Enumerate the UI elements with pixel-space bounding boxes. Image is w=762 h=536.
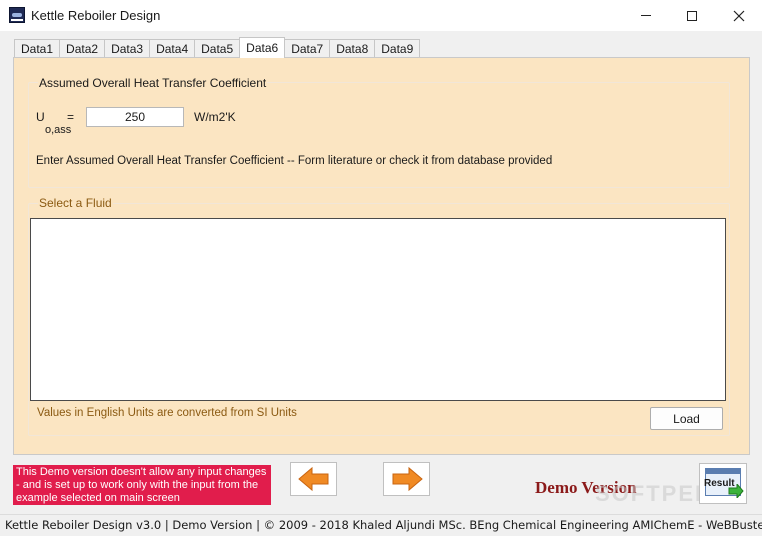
tab-data1[interactable]: Data1 (14, 39, 61, 58)
tab-data6[interactable]: Data6 (239, 37, 286, 58)
result-button[interactable]: Result (699, 463, 747, 504)
u-symbol-label: U (36, 110, 45, 124)
heat-transfer-group: Assumed Overall Heat Transfer Coefficien… (28, 76, 730, 188)
u-unit-label: W/m2'K (194, 110, 236, 124)
maximize-button[interactable] (669, 0, 715, 31)
u-subscript-label: o,ass (45, 124, 72, 136)
left-arrow-icon (297, 466, 328, 492)
units-note: Values in English Units are converted fr… (37, 407, 297, 419)
u-value-field[interactable]: 250 (86, 107, 184, 127)
previous-button[interactable] (290, 462, 337, 496)
tab-page-data6: Assumed Overall Heat Transfer Coefficien… (13, 57, 750, 455)
maximize-icon (687, 10, 697, 21)
tab-data4[interactable]: Data4 (149, 39, 196, 58)
heat-transfer-hint: Enter Assumed Overall Heat Transfer Coef… (36, 155, 553, 167)
tab-strip: Data1 Data2 Data3 Data4 Data5 Data6 Data… (14, 37, 421, 58)
close-icon (733, 10, 745, 21)
load-button[interactable]: Load (650, 407, 723, 430)
minimize-icon (641, 15, 651, 16)
tab-data8[interactable]: Data8 (329, 39, 376, 58)
tab-data9[interactable]: Data9 (374, 39, 421, 58)
heat-transfer-group-title: Assumed Overall Heat Transfer Coefficien… (38, 76, 268, 90)
close-button[interactable] (716, 0, 762, 31)
green-arrow-icon (728, 484, 744, 498)
window-title: Kettle Reboiler Design (31, 8, 161, 23)
minimize-button[interactable] (623, 0, 669, 31)
tab-data5[interactable]: Data5 (194, 39, 241, 58)
tab-data2[interactable]: Data2 (59, 39, 106, 58)
next-button[interactable] (383, 462, 430, 496)
status-bar: Kettle Reboiler Design v3.0 | Demo Versi… (0, 514, 762, 536)
fluid-list[interactable] (30, 218, 726, 401)
app-icon (9, 7, 25, 23)
right-arrow-icon (392, 466, 423, 492)
tab-data3[interactable]: Data3 (104, 39, 151, 58)
fluid-group-title: Select a Fluid (38, 196, 113, 210)
equals-label: = (67, 110, 75, 124)
demo-notice: This Demo version doesn't allow any inpu… (13, 465, 271, 505)
tab-data7[interactable]: Data7 (284, 39, 331, 58)
title-bar: Kettle Reboiler Design (0, 0, 762, 31)
